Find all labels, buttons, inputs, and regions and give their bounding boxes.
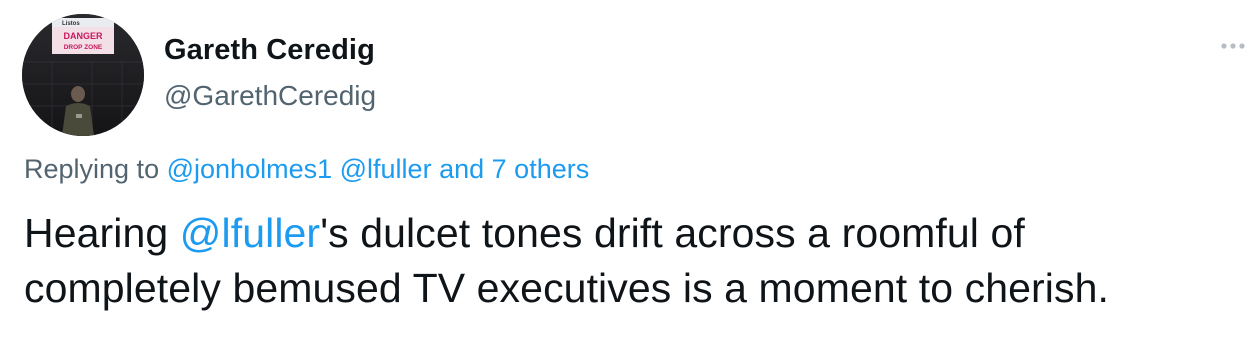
reply-prefix: Replying to xyxy=(24,154,160,184)
tweet-text: Hearing @lfuller's dulcet tones drift ac… xyxy=(24,206,1244,316)
others-link[interactable]: 7 others xyxy=(492,154,590,184)
mention-link[interactable]: @lfuller xyxy=(340,154,432,184)
user-handle[interactable]: @GarethCeredig xyxy=(164,80,376,112)
more-horizontal-icon xyxy=(1221,43,1245,49)
mention-link[interactable]: @lfuller xyxy=(180,210,320,256)
tweet-text-segment: 's dulcet tones drift across a roomful o… xyxy=(320,210,1025,256)
avatar[interactable]: Listos DANGER DROP ZONE xyxy=(22,14,144,136)
avatar-sign-line1: DANGER xyxy=(63,31,103,41)
tweet-text-segment: Hearing xyxy=(24,210,180,256)
reply-connector[interactable]: and xyxy=(439,154,484,184)
reply-context: Replying to @jonholmes1 @lfuller and 7 o… xyxy=(24,154,589,185)
avatar-sign-top: Listos xyxy=(62,21,80,27)
tweet-line: completely bemused TV executives is a mo… xyxy=(24,265,1109,311)
avatar-sign-line2: DROP ZONE xyxy=(64,44,103,51)
avatar-image: Listos DANGER DROP ZONE xyxy=(22,14,144,136)
tweet-card: Listos DANGER DROP ZONE Gareth Ceredig @… xyxy=(0,0,1253,343)
display-name[interactable]: Gareth Ceredig xyxy=(164,34,375,67)
more-options-button[interactable] xyxy=(1218,36,1248,56)
tweet-line: Hearing @lfuller's dulcet tones drift ac… xyxy=(24,206,1244,261)
mention-link[interactable]: @jonholmes1 xyxy=(167,154,333,184)
